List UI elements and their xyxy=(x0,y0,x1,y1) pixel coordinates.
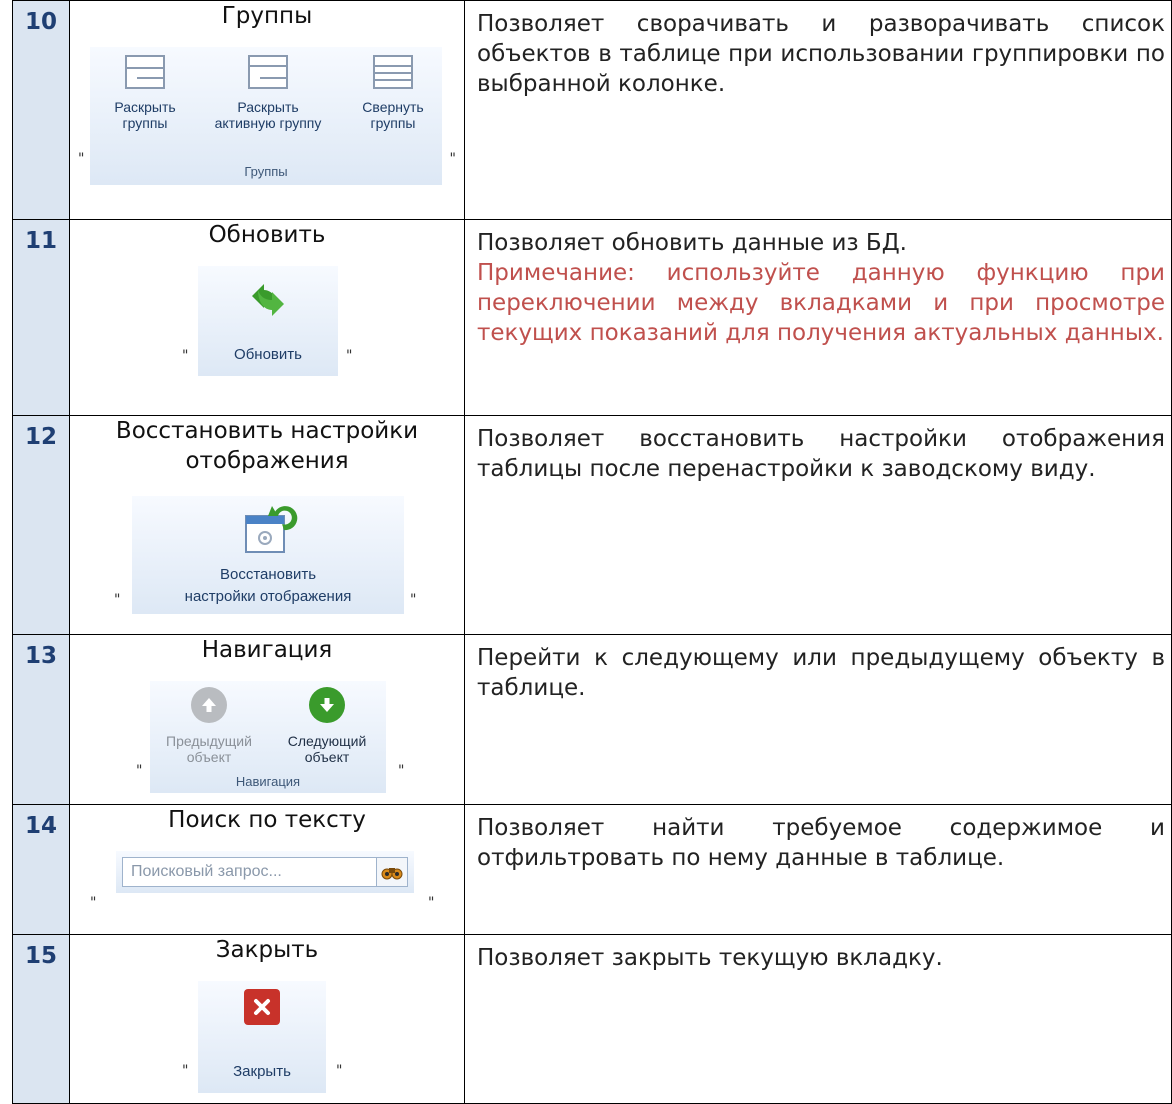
group-expand-active-icon xyxy=(248,55,288,89)
description-cell: Перейти к следующему или предыдущему объ… xyxy=(464,634,1172,805)
collapse-groups-label: Свернуть группы xyxy=(362,99,424,131)
search-box: Поисковый запрос... xyxy=(116,851,414,893)
expand-groups-button[interactable]: Раскрыть группы xyxy=(90,55,200,131)
row-number: 14 xyxy=(12,804,70,935)
close-icon xyxy=(244,989,280,1025)
search-placeholder: Поисковый запрос... xyxy=(131,863,282,880)
previous-object-label-2: объект xyxy=(186,749,232,765)
function-title: Обновить xyxy=(208,222,326,248)
description-cell: Позволяет обновить данные из БД. Примеча… xyxy=(464,219,1172,416)
description-cell: Позволяет сворачивать и разворачивать сп… xyxy=(464,0,1172,220)
search-input[interactable]: Поисковый запрос... xyxy=(122,857,408,887)
function-title: Группы xyxy=(221,3,313,29)
function-title: Восстановить настройки отображения xyxy=(115,418,419,474)
refresh-label: Обновить xyxy=(234,346,302,363)
functions-table: 10 Группы " " Раскрыть группы Раскрыть а… xyxy=(12,0,1172,1104)
quote-mark: " xyxy=(336,1063,343,1079)
close-button[interactable]: Закрыть xyxy=(198,981,326,1093)
refresh-button[interactable]: Обновить xyxy=(198,266,338,376)
quote-mark: " xyxy=(449,151,456,167)
row-number: 10 xyxy=(12,0,70,220)
refresh-icon xyxy=(252,284,284,316)
row-number: 15 xyxy=(12,934,70,1104)
function-cell: Закрыть " " Закрыть xyxy=(69,934,465,1104)
expand-active-group-button[interactable]: Раскрыть активную группу xyxy=(208,55,328,131)
description-text: Позволяет обновить данные из БД. xyxy=(477,230,907,256)
description-cell: Позволяет найти требуемое содержимое и о… xyxy=(464,804,1172,935)
expand-active-group-label: Раскрыть активную группу xyxy=(214,99,322,131)
quote-mark: " xyxy=(346,348,353,364)
restore-view-settings-icon xyxy=(245,506,298,553)
function-cell: Группы " " Раскрыть группы Раскрыть акти… xyxy=(69,0,465,220)
quote-mark: " xyxy=(410,592,417,608)
previous-object-button[interactable]: Предыдущий объект xyxy=(150,687,268,765)
collapse-groups-button[interactable]: Свернуть группы xyxy=(344,55,442,131)
quote-mark: " xyxy=(398,763,405,779)
function-title: Навигация xyxy=(201,637,333,663)
ribbon-group-label: Навигация xyxy=(235,774,301,789)
next-object-button[interactable]: Следующий объект xyxy=(268,687,386,765)
quote-mark: " xyxy=(136,763,143,779)
table-row: 15 Закрыть " " Закрыть Позволяет закрыть… xyxy=(12,934,1172,1104)
navigation-ribbon: Предыдущий объект Следующий объект Навиг… xyxy=(150,681,386,793)
table-row: 11 Обновить " " Обновить Позволяет обнов… xyxy=(12,219,1172,416)
quote-mark: " xyxy=(78,151,85,167)
restore-label-line1: Восстановить xyxy=(219,566,317,583)
quote-mark: " xyxy=(90,895,97,911)
quote-mark: " xyxy=(182,348,189,364)
group-collapse-icon xyxy=(373,55,413,89)
table-row: 14 Поиск по тексту " " Поисковый запрос.… xyxy=(12,804,1172,935)
previous-object-label-1: Предыдущий xyxy=(166,733,252,749)
groups-ribbon: Раскрыть группы Раскрыть активную группу… xyxy=(90,47,442,185)
search-button[interactable] xyxy=(376,858,407,886)
next-object-label-2: объект xyxy=(304,749,350,765)
quote-mark: " xyxy=(428,895,435,911)
quote-mark: " xyxy=(182,1063,189,1079)
function-title: Поиск по тексту xyxy=(168,807,366,833)
function-cell: Обновить " " Обновить xyxy=(69,219,465,416)
description-cell: Позволяет восстановить настройки отображ… xyxy=(464,415,1172,635)
arrow-down-icon xyxy=(309,687,345,723)
binoculars-icon xyxy=(381,868,403,880)
function-cell: Навигация " " Предыдущий объект Следующи… xyxy=(69,634,465,805)
group-expand-icon xyxy=(125,55,165,89)
expand-groups-label: Раскрыть группы xyxy=(114,99,176,131)
row-number: 12 xyxy=(12,415,70,635)
table-row: 10 Группы " " Раскрыть группы Раскрыть а… xyxy=(12,0,1172,220)
table-row: 13 Навигация " " Предыдущий объект Следу… xyxy=(12,634,1172,805)
description-cell: Позволяет закрыть текущую вкладку. xyxy=(464,934,1172,1104)
arrow-up-icon xyxy=(191,687,227,723)
function-title: Закрыть xyxy=(215,937,319,963)
close-label: Закрыть xyxy=(233,1063,291,1080)
ribbon-group-label: Группы xyxy=(244,164,288,179)
quote-mark: " xyxy=(114,592,121,608)
function-cell: Восстановить настройки отображения " " В… xyxy=(69,415,465,635)
function-cell: Поиск по тексту " " Поисковый запрос... xyxy=(69,804,465,935)
restore-label-line2: настройки отображения xyxy=(184,588,352,605)
next-object-label-1: Следующий xyxy=(287,733,367,749)
table-row: 12 Восстановить настройки отображения " … xyxy=(12,415,1172,635)
restore-view-settings-button[interactable]: Восстановить настройки отображения xyxy=(132,496,404,614)
row-number: 11 xyxy=(12,219,70,416)
note-text: Примечание: используйте данную функцию п… xyxy=(477,260,1165,346)
row-number: 13 xyxy=(12,634,70,805)
